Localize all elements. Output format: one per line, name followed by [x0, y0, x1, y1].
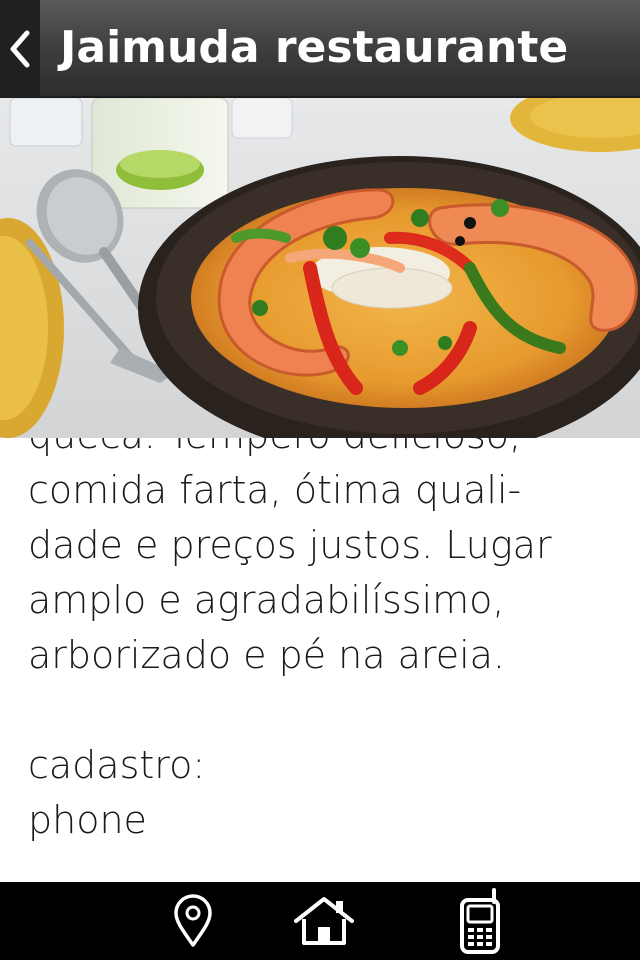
map-pin-icon — [174, 894, 212, 947]
back-button[interactable] — [0, 0, 40, 98]
review-line: amplo e agradabilíssimo, — [28, 578, 505, 622]
map-button[interactable] — [158, 882, 228, 960]
app-header: Jaimuda restaurante — [0, 0, 640, 98]
call-button[interactable] — [448, 882, 508, 960]
bottom-nav — [0, 882, 640, 960]
cadastro-label: cadastro: — [28, 743, 206, 787]
page-title: Jaimuda restaurante — [60, 22, 569, 73]
phone-label[interactable]: phone — [28, 793, 628, 848]
home-icon — [294, 897, 354, 945]
review-line: comida farta, ótima quali- — [28, 468, 522, 512]
review-line: arborizado e pé na areia. — [28, 633, 506, 677]
review-text: queca. Tempero delicioso, comida farta, … — [28, 408, 628, 848]
chevron-left-icon — [10, 30, 30, 68]
home-button[interactable] — [288, 882, 360, 960]
food-photo — [0, 98, 640, 438]
phone-icon — [460, 888, 500, 954]
review-line: dade e preços justos. Lugar — [28, 523, 552, 567]
restaurant-detail[interactable]: queca. Tempero delicioso, comida farta, … — [0, 98, 640, 882]
